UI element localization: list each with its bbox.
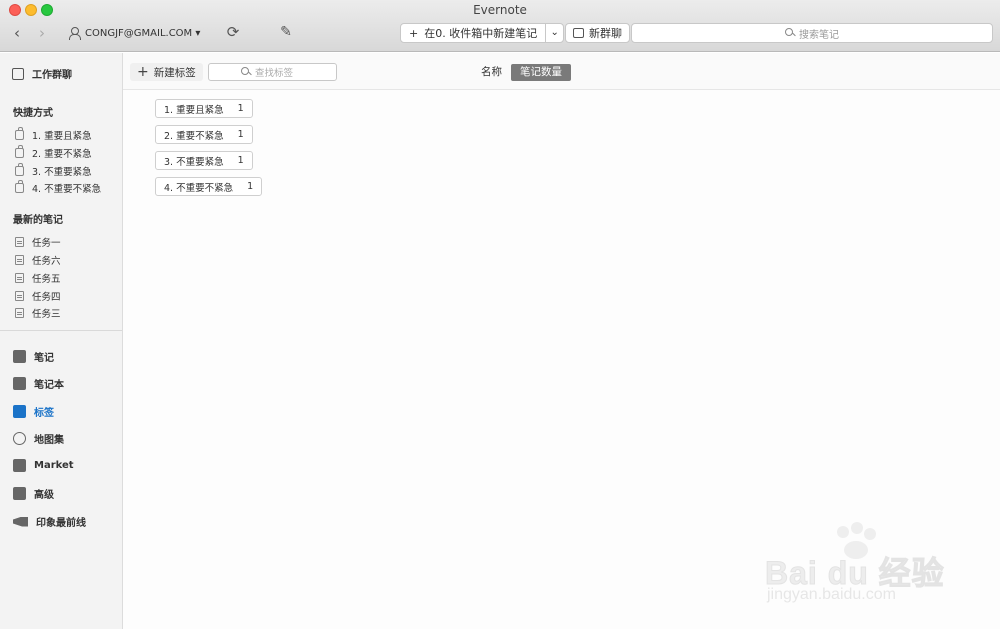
sort-by-name-button[interactable]: 名称 [472,64,511,81]
sidebar-item-label: 印象最前线 [36,518,86,529]
new-note-group: + 在0. 收件箱中新建笔记 ⌄ [400,23,565,43]
sidebar-item-market[interactable]: Market [13,459,74,472]
sidebar-shortcut-item[interactable]: 1. 重要且紧急 [15,127,92,142]
tag-name: 1. 重要且紧急 [164,104,224,116]
shortcut-icon [15,127,24,140]
account-menu[interactable]: CONGJF@GMAIL.COM ▾ [69,25,200,41]
recent-note-label: 任务五 [32,274,61,285]
sidebar-item-label: 笔记 [34,353,54,364]
tag-count: 1 [237,155,244,166]
new-note-label: 在0. 收件箱中新建笔记 [424,27,538,40]
search-icon [241,67,251,77]
sidebar-shortcut-item[interactable]: 2. 重要不紧急 [15,145,92,160]
work-chat-label: 工作群聊 [32,70,72,81]
note-icon [15,273,24,283]
sidebar-item-label: 高级 [34,490,54,501]
horn-icon [13,516,28,527]
note-icon [15,255,24,265]
tag-count: 1 [237,103,244,114]
sidebar-work-chat[interactable]: 工作群聊 [12,66,72,81]
account-label: CONGJF@GMAIL.COM ▾ [85,27,201,39]
shortcut-icon [15,163,24,176]
sidebar-divider [0,330,122,331]
sidebar-recent-note[interactable]: 任务三 [15,306,61,320]
tags-toolbar: + 新建标签 查找标签 名称 笔记数量 [123,53,1000,90]
sidebar-item-label: Market [34,460,74,471]
user-icon [69,27,81,40]
shortcut-icon [15,145,24,158]
recent-notes-heading: 最新的笔记 [13,215,63,226]
sidebar-recent-note[interactable]: 任务五 [15,271,61,285]
tag-name: 3. 不重要紧急 [164,156,224,168]
premium-icon [13,487,26,500]
new-tag-label: 新建标签 [153,66,196,79]
note-icon [15,237,24,247]
sidebar-recent-note[interactable]: 任务四 [15,289,61,303]
market-icon [13,459,26,472]
tag-icon [13,405,26,418]
shortcut-label: 1. 重要且紧急 [32,131,92,142]
sidebar-item-label: 地图集 [34,435,64,446]
note-icon [15,308,24,318]
tag-chip[interactable]: 1. 重要且紧急 1 [155,99,253,118]
shortcut-label: 2. 重要不紧急 [32,149,92,160]
sort-by-count-button[interactable]: 笔记数量 [511,64,571,81]
sidebar-shortcut-item[interactable]: 4. 不重要不紧急 [15,180,102,195]
sidebar-item-notebooks[interactable]: 笔记本 [13,376,64,391]
recent-note-label: 任务一 [32,238,61,249]
shortcuts-heading: 快捷方式 [13,108,53,119]
recent-note-label: 任务六 [32,256,61,267]
tag-name: 4. 不重要不紧急 [164,182,234,194]
notebook-icon [13,377,26,390]
new-chat-button[interactable]: 新群聊 [565,23,630,43]
window-title: Evernote [473,3,527,17]
tag-search-input[interactable]: 查找标签 [208,63,337,81]
sidebar-recent-note[interactable]: 任务六 [15,253,61,267]
search-placeholder: 搜索笔记 [799,29,839,41]
sidebar-recent-note[interactable]: 任务一 [15,235,61,249]
tag-count: 1 [237,129,244,140]
new-tag-button[interactable]: + 新建标签 [130,63,203,81]
recent-note-label: 任务四 [32,292,61,303]
tag-name: 2. 重要不紧急 [164,130,224,142]
new-note-dropdown[interactable]: ⌄ [545,24,563,42]
work-chat-icon [12,67,24,80]
sort-toggle: 名称 笔记数量 [472,64,571,81]
tag-search-placeholder: 查找标签 [255,68,294,79]
atlas-icon [13,432,26,445]
plus-icon: + [409,26,419,40]
back-button[interactable]: ‹ [9,25,25,41]
sidebar: 工作群聊 快捷方式 1. 重要且紧急 2. 重要不紧急 3. 不重要紧急 4. … [0,53,123,629]
sidebar-item-label: 标签 [34,408,54,419]
sync-button[interactable]: ⟳ [224,23,242,41]
note-icon [15,291,24,301]
watermark-url: jingyan.baidu.com [767,586,896,603]
tag-chip[interactable]: 2. 重要不紧急 1 [155,125,253,144]
recent-note-label: 任务三 [32,309,61,320]
shortcut-icon [15,180,24,193]
note-icon [13,350,26,363]
work-chat-toolbar-button[interactable]: ✎ [277,23,295,41]
tag-chip[interactable]: 4. 不重要不紧急 1 [155,177,263,196]
sidebar-item-frontline[interactable]: 印象最前线 [13,514,86,529]
new-chat-label: 新群聊 [589,27,622,40]
tag-count: 1 [247,181,254,192]
forward-button[interactable]: › [34,25,50,41]
sidebar-item-premium[interactable]: 高级 [13,486,54,501]
tag-chip[interactable]: 3. 不重要紧急 1 [155,151,253,170]
sidebar-item-atlas[interactable]: 地图集 [13,431,64,446]
shortcut-label: 4. 不重要不紧急 [32,184,102,195]
plus-icon: + [137,64,149,80]
baidu-watermark: Bai du 经验 jingyan.baidu.com [765,522,995,612]
sidebar-item-label: 笔记本 [34,380,64,391]
sidebar-item-notes[interactable]: 笔记 [13,349,54,364]
shortcut-label: 3. 不重要紧急 [32,167,92,178]
search-icon [785,28,795,38]
new-note-button[interactable]: + 在0. 收件箱中新建笔记 [401,24,545,42]
chat-icon [573,28,584,38]
window-titlebar: Evernote ‹ › CONGJF@GMAIL.COM ▾ ⟳ ✎ + 在0… [0,0,1000,52]
note-search-input[interactable]: 搜索笔记 [631,23,993,43]
sidebar-shortcut-item[interactable]: 3. 不重要紧急 [15,163,92,178]
sidebar-item-tags[interactable]: 标签 [13,404,54,419]
